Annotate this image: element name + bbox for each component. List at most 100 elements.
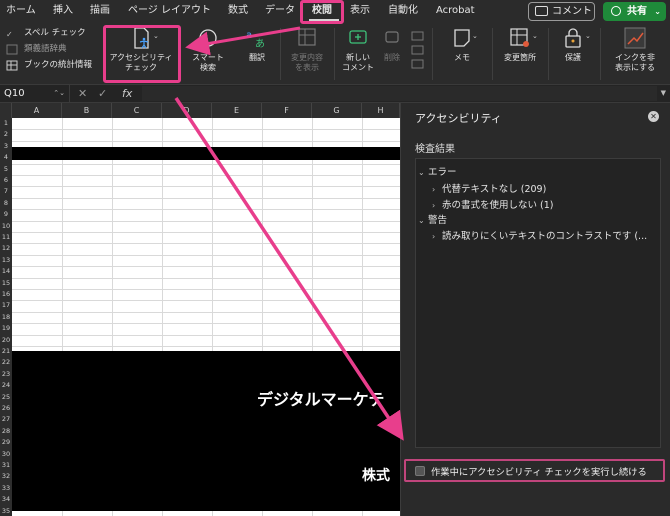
tab-automate[interactable]: 自動化 xyxy=(388,3,418,19)
insert-function-icon[interactable]: fx xyxy=(122,85,132,102)
chevron-down-icon: ⌄ xyxy=(654,7,661,16)
row-header[interactable]: 3 xyxy=(0,141,12,152)
smart-lookup-button[interactable]: スマート 検索 xyxy=(186,26,230,73)
results-label: 検査結果 xyxy=(415,144,455,155)
workbook-stats-button[interactable]: ブックの統計情報 xyxy=(24,60,92,71)
row-header[interactable]: 5 xyxy=(0,164,12,175)
keep-running-checkbox[interactable] xyxy=(415,466,425,476)
tab-view[interactable]: 表示 xyxy=(350,3,370,19)
thesaurus-button[interactable]: 類義語辞典 xyxy=(24,44,67,55)
row-header[interactable]: 19 xyxy=(0,323,12,334)
row-header[interactable]: 11 xyxy=(0,232,12,243)
spell-check-button[interactable]: スペル チェック xyxy=(24,28,86,39)
new-comment-label-2: コメント xyxy=(342,63,374,72)
row-header[interactable]: 7 xyxy=(0,186,12,197)
tab-formulas[interactable]: 数式 xyxy=(228,3,248,19)
row-header[interactable]: 28 xyxy=(0,426,12,437)
worksheet-grid[interactable]: A B C D E F G H 1 2 3 4 5 6 7 8 9 10 11 12 13 14 15 16 1… xyxy=(0,103,400,516)
row-header[interactable]: 25 xyxy=(0,392,12,403)
row-header[interactable]: 30 xyxy=(0,449,12,460)
tab-insert[interactable]: 挿入 xyxy=(53,3,73,19)
new-comment-button[interactable]: 新しい コメント xyxy=(338,26,378,73)
tree-group-errors[interactable]: ⌄ エラー xyxy=(418,164,457,178)
row-header[interactable]: 22 xyxy=(0,357,12,368)
row-header[interactable]: 18 xyxy=(0,312,12,323)
lock-icon xyxy=(565,28,581,48)
row-header[interactable]: 6 xyxy=(0,175,12,186)
show-changes-icon xyxy=(298,28,316,46)
tree-item-label: 読み取りにくいテキストのコントラストです (... xyxy=(442,231,648,242)
row-header[interactable]: 33 xyxy=(0,483,12,494)
share-button[interactable]: 共有 ⌄ xyxy=(603,2,666,21)
formula-bar: Q10 ⌃⌄ ✕ ✓ fx ▼ xyxy=(0,85,670,103)
row-header[interactable]: 34 xyxy=(0,494,12,505)
select-all-corner[interactable] xyxy=(0,103,12,118)
row-header[interactable]: 26 xyxy=(0,403,12,414)
smart-lookup-label-2: 検索 xyxy=(200,63,216,72)
row-header[interactable]: 23 xyxy=(0,369,12,380)
column-header-e[interactable]: E xyxy=(212,103,262,118)
column-header-b[interactable]: B xyxy=(62,103,112,118)
tree-item-label: 代替テキストなし (209) xyxy=(442,184,547,195)
hide-ink-label-2: 表示にする xyxy=(614,63,656,72)
column-header-g[interactable]: G xyxy=(312,103,362,118)
tab-data[interactable]: データ xyxy=(265,3,295,19)
column-header-h[interactable]: H xyxy=(362,103,400,118)
confirm-icon[interactable]: ✓ xyxy=(98,85,107,102)
row-header[interactable]: 32 xyxy=(0,471,12,482)
tree-item-contrast[interactable]: › 読み取りにくいテキストのコントラストです (... xyxy=(432,228,647,242)
gridline-row xyxy=(12,254,400,256)
row-header[interactable]: 13 xyxy=(0,255,12,266)
keep-running-checkbox-row[interactable]: 作業中にアクセシビリティ チェックを実行し続ける xyxy=(404,459,665,482)
tab-draw[interactable]: 描画 xyxy=(90,3,110,19)
gridline-row xyxy=(12,163,400,165)
chevron-down-icon[interactable]: ▼ xyxy=(661,85,666,102)
row-header[interactable]: 21 xyxy=(0,346,12,357)
row-header[interactable]: 15 xyxy=(0,278,12,289)
row-header[interactable]: 35 xyxy=(0,506,12,516)
row-header[interactable]: 16 xyxy=(0,289,12,300)
row-header[interactable]: 17 xyxy=(0,300,12,311)
column-header-d[interactable]: D xyxy=(162,103,212,118)
delete-comment-icon xyxy=(385,31,399,43)
accessibility-pane: アクセシビリティ ✕ 検査結果 ⌄ エラー › 代替テキストなし (209) › 赤の… xyxy=(400,103,670,516)
tree-item-red-format[interactable]: › 赤の書式を使用しない (1) xyxy=(432,197,553,211)
sheet-company-text: 株式 xyxy=(362,468,390,484)
hide-ink-button[interactable]: インクを非 表示にする xyxy=(604,26,666,73)
row-header[interactable]: 20 xyxy=(0,335,12,346)
tab-acrobat[interactable]: Acrobat xyxy=(436,3,475,19)
formula-input[interactable] xyxy=(142,86,657,101)
row-header[interactable]: 4 xyxy=(0,152,12,163)
row-header[interactable]: 29 xyxy=(0,437,12,448)
column-header-a[interactable]: A xyxy=(12,103,62,118)
tree-group-warnings[interactable]: ⌄ 警告 xyxy=(418,212,447,226)
row-headers: 1 2 3 4 5 6 7 8 9 10 11 12 13 14 15 16 17 18 19 20 21 22 23 24 2… xyxy=(0,118,12,516)
ink-icon xyxy=(624,27,646,49)
row-header[interactable]: 31 xyxy=(0,460,12,471)
comments-button[interactable]: コメント xyxy=(528,2,595,21)
column-header-f[interactable]: F xyxy=(262,103,312,118)
close-icon[interactable]: ✕ xyxy=(648,111,659,122)
tree-item-missing-alt-text[interactable]: › 代替テキストなし (209) xyxy=(432,181,546,195)
chevron-down-icon: ⌄ xyxy=(418,168,425,177)
cancel-icon[interactable]: ✕ xyxy=(78,85,87,102)
notes-icon xyxy=(454,29,470,47)
translate-button[interactable]: a あ 翻訳 xyxy=(240,26,274,63)
row-header[interactable]: 27 xyxy=(0,414,12,425)
row-header[interactable]: 10 xyxy=(0,221,12,232)
delete-comment-button[interactable]: 削除 xyxy=(380,26,404,63)
name-box[interactable]: Q10 ⌃⌄ xyxy=(0,85,70,102)
row-header[interactable]: 2 xyxy=(0,129,12,140)
row-header[interactable]: 9 xyxy=(0,209,12,220)
column-header-c[interactable]: C xyxy=(112,103,162,118)
row-header[interactable]: 8 xyxy=(0,198,12,209)
show-changes-button[interactable]: 変更内容 を表示 xyxy=(285,26,329,73)
tab-home[interactable]: ホーム xyxy=(6,3,36,19)
row-header[interactable]: 14 xyxy=(0,266,12,277)
ribbon-divider xyxy=(280,28,281,80)
highlight-accessibility-button xyxy=(103,25,181,83)
row-header[interactable]: 1 xyxy=(0,118,12,129)
row-header[interactable]: 12 xyxy=(0,243,12,254)
tab-page-layout[interactable]: ページ レイアウト xyxy=(128,3,211,19)
row-header[interactable]: 24 xyxy=(0,380,12,391)
